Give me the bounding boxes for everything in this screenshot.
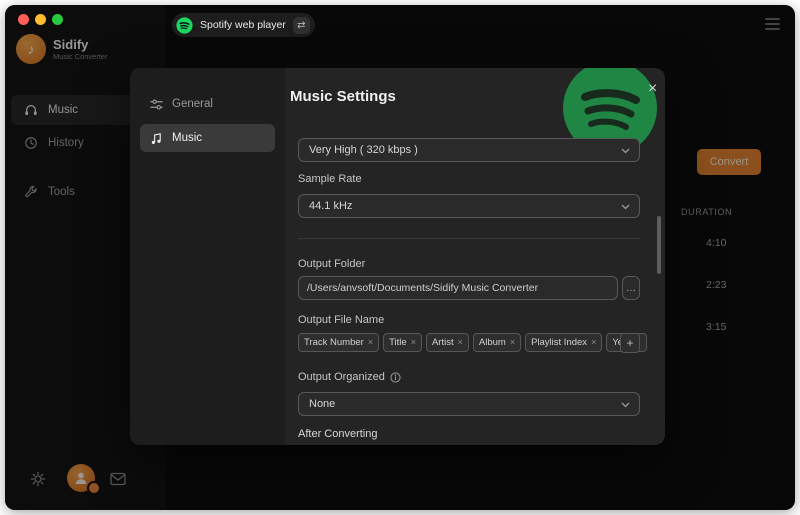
browse-folder-button[interactable]: … <box>622 276 640 300</box>
settings-tab-music[interactable]: Music <box>140 124 275 152</box>
modal-title: Music Settings <box>290 88 396 105</box>
bitrate-value: Very High ( 320 kbps ) <box>309 144 418 156</box>
settings-modal: General Music Music Settings × Very High… <box>130 68 665 445</box>
chevron-down-icon <box>621 402 630 408</box>
output-folder-input[interactable] <box>298 276 618 300</box>
source-selector-pill[interactable]: Spotify web player ⇄ <box>172 13 315 37</box>
file-name-tag[interactable]: Track Number × <box>298 333 380 352</box>
zoom-button[interactable] <box>52 14 63 25</box>
remove-tag-icon[interactable]: × <box>510 338 515 347</box>
sliders-icon <box>150 98 163 110</box>
remove-tag-icon[interactable]: × <box>458 338 463 347</box>
section-divider <box>298 238 640 239</box>
file-name-tag[interactable]: Album × <box>472 333 522 352</box>
sample-rate-label: Sample Rate <box>298 173 362 185</box>
output-file-name-label: Output File Name <box>298 314 385 326</box>
tag-label: Title <box>389 337 407 348</box>
bitrate-select[interactable]: Very High ( 320 kbps ) <box>298 138 640 162</box>
tag-label: Track Number <box>304 337 364 348</box>
tag-label: Album <box>478 337 506 348</box>
remove-tag-icon[interactable]: × <box>591 338 596 347</box>
chevron-down-icon <box>621 204 630 210</box>
minimize-button[interactable] <box>35 14 46 25</box>
add-tag-button[interactable]: + <box>620 333 640 353</box>
sample-rate-select[interactable]: 44.1 kHz <box>298 194 640 218</box>
output-organized-label-text: Output Organized <box>298 371 385 383</box>
file-name-tag-list: Track Number × Title × Artist × Album × … <box>298 333 647 352</box>
switch-source-icon[interactable]: ⇄ <box>292 16 310 34</box>
remove-tag-icon[interactable]: × <box>368 338 373 347</box>
output-folder-label: Output Folder <box>298 258 366 270</box>
music-note-icon <box>151 132 161 144</box>
tag-label: Playlist Index <box>531 337 588 348</box>
output-organized-label: Output Organized <box>298 371 401 383</box>
settings-tab-general[interactable]: General <box>140 90 275 118</box>
app-window: ♪ Sidify Music Converter Music History T… <box>5 5 795 510</box>
info-icon[interactable] <box>390 371 401 383</box>
remove-tag-icon[interactable]: × <box>411 338 416 347</box>
sample-rate-value: 44.1 kHz <box>309 200 353 212</box>
modal-scrollbar-thumb[interactable] <box>657 216 661 274</box>
modal-close-icon[interactable]: × <box>646 79 659 99</box>
file-name-tag[interactable]: Artist × <box>425 333 469 352</box>
output-organized-value: None <box>309 398 336 410</box>
output-organized-select[interactable]: None <box>298 392 640 416</box>
settings-tab-label: General <box>172 98 213 110</box>
file-name-tag[interactable]: Title × <box>383 333 422 352</box>
close-button[interactable] <box>18 14 29 25</box>
chevron-down-icon <box>621 148 630 154</box>
spotify-icon <box>176 16 193 34</box>
settings-tab-label: Music <box>172 132 203 144</box>
source-label: Spotify web player <box>200 19 286 31</box>
settings-nav: General Music <box>130 68 285 445</box>
tag-label: Artist <box>431 337 454 348</box>
file-name-tag[interactable]: Playlist Index × <box>525 333 603 352</box>
after-converting-label: After Converting <box>298 428 378 440</box>
